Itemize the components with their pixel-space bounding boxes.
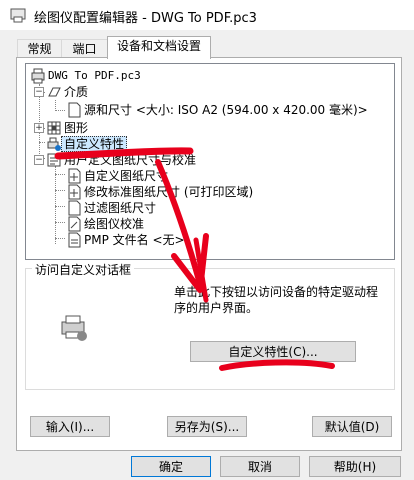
save-as-button[interactable]: 另存为(S)...	[167, 416, 247, 437]
tab-general[interactable]: 常规	[17, 39, 62, 58]
ok-button[interactable]: 确定	[131, 456, 211, 477]
paper-settings-icon	[46, 152, 62, 168]
expand-graphics-toggle[interactable]: +	[34, 123, 44, 133]
tree-filter-paper-label: 过滤图纸尺寸	[84, 201, 157, 215]
tree-user-paper-label: 用户定义图纸尺寸与校准	[64, 153, 197, 167]
collapse-user-paper-toggle[interactable]: −	[34, 155, 44, 165]
calibration-icon	[66, 216, 82, 232]
graphics-grid-icon	[46, 120, 62, 136]
media-icon	[46, 84, 62, 100]
tree-graphics-label: 图形	[64, 121, 89, 135]
pmp-file-icon	[66, 232, 82, 248]
tree-custom-properties-label: 自定义特性	[61, 136, 128, 152]
settings-tree[interactable]: DWG To PDF.pc3 − 介质 源和尺寸 <大小: ISO A2 (59…	[25, 63, 395, 260]
tree-root-label: DWG To PDF.pc3	[48, 69, 141, 82]
tree-modify-paper-label: 修改标准图纸尺寸 (可打印区域)	[84, 185, 254, 199]
plotter-icon	[30, 68, 46, 84]
collapse-media-toggle[interactable]: −	[34, 87, 44, 97]
window-title: 绘图仪配置编辑器 - DWG To PDF.pc3	[34, 11, 257, 26]
custom-properties-button[interactable]: 自定义特性(C)...	[190, 341, 356, 362]
tab-ports[interactable]: 端口	[61, 39, 108, 58]
tree-media-label: 介质	[64, 85, 89, 99]
modify-paper-icon	[66, 184, 82, 200]
filter-paper-icon	[66, 200, 82, 216]
tree-custom-paper-label: 自定义图纸尺寸	[84, 169, 169, 183]
tab-device-doc-settings[interactable]: 设备和文档设置	[107, 36, 211, 59]
custom-properties-button-label: 自定义特性(C)...	[228, 345, 318, 359]
help-button[interactable]: 帮助(H)	[309, 456, 401, 477]
tab-strip: 常规 端口 设备和文档设置	[0, 36, 414, 59]
title-bar: 绘图仪配置编辑器 - DWG To PDF.pc3	[0, 0, 414, 30]
printer-icon	[58, 312, 90, 347]
defaults-button[interactable]: 默认值(D)	[312, 416, 392, 437]
group-description: 单击此下按钮以访问设备的特定驱动程序的用户界面。	[174, 285, 379, 315]
cancel-button[interactable]: 取消	[220, 456, 300, 477]
import-button[interactable]: 输入(I)...	[30, 416, 110, 437]
custom-paper-icon	[66, 168, 82, 184]
tree-source-size-label: 源和尺寸 <大小: ISO A2 (594.00 x 420.00 毫米)>	[84, 103, 368, 117]
custom-properties-icon	[46, 136, 62, 152]
app-icon	[10, 7, 26, 26]
tree-pmp-label: PMP 文件名 <无>	[84, 233, 185, 247]
tree-calibration-label: 绘图仪校准	[84, 217, 145, 231]
paper-icon	[66, 102, 82, 118]
group-title: 访问自定义对话框	[32, 261, 135, 278]
